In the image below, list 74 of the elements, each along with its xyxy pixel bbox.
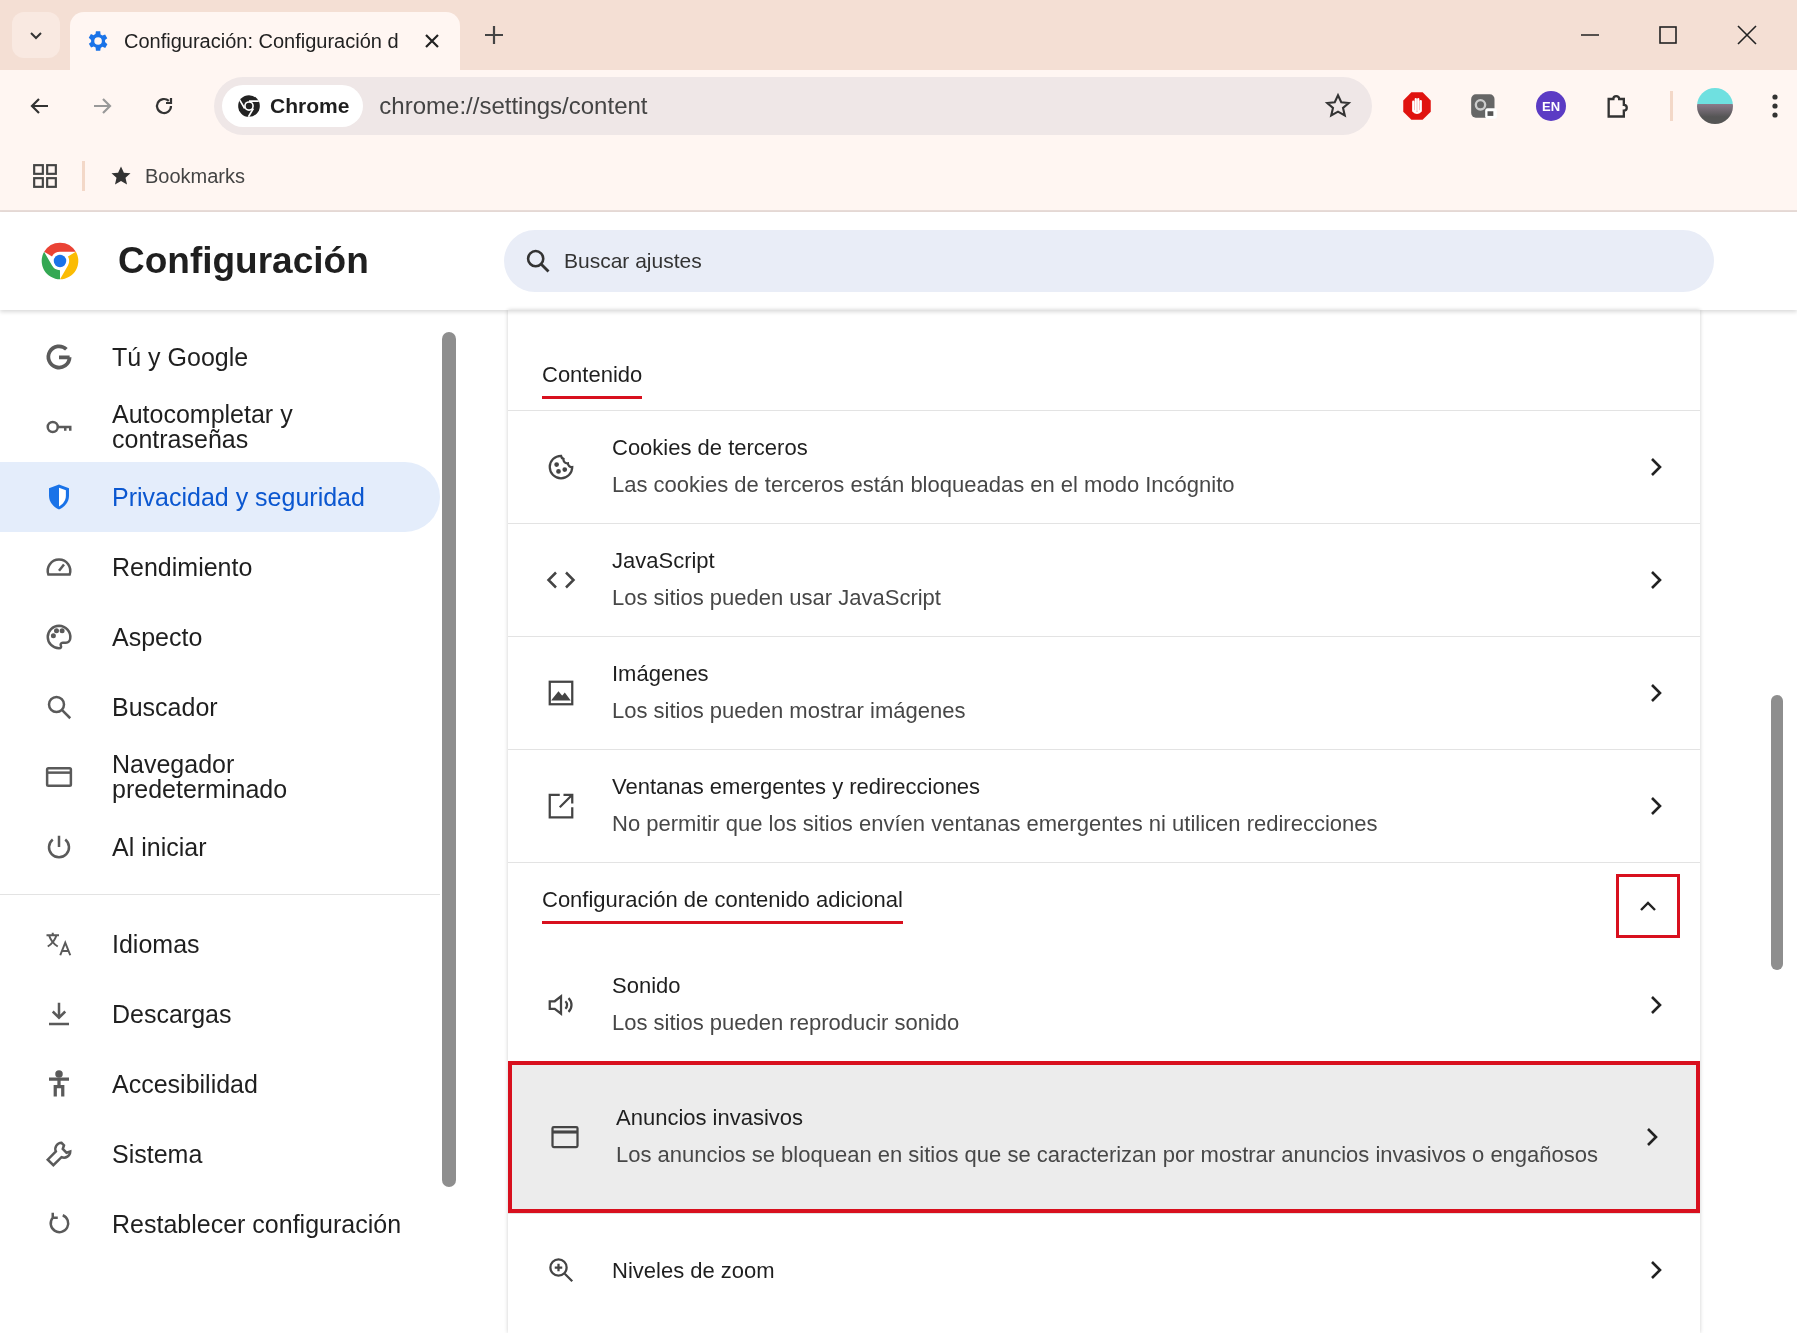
section-heading: Configuración de contenido adicional bbox=[542, 887, 903, 924]
address-bar[interactable]: Chrome chrome://settings/content bbox=[214, 77, 1372, 135]
row-title: Niveles de zoom bbox=[612, 1256, 776, 1285]
row-description: Los sitios pueden usar JavaScript bbox=[612, 584, 942, 613]
sidebar-item[interactable]: Sistema bbox=[0, 1119, 440, 1189]
chevron-right-icon bbox=[1650, 457, 1662, 477]
row-title: JavaScript bbox=[612, 547, 716, 576]
sidebar-item[interactable]: Accesibilidad bbox=[0, 1049, 440, 1119]
chevron-up-icon bbox=[1639, 899, 1657, 912]
search-icon bbox=[524, 247, 552, 275]
close-icon[interactable] bbox=[1737, 25, 1757, 45]
star-icon[interactable] bbox=[1324, 92, 1352, 120]
collapse-button[interactable] bbox=[1616, 873, 1680, 938]
sidebar-item[interactable]: Idiomas bbox=[0, 909, 440, 979]
settings-row[interactable]: JavaScript Los sitios pueden usar JavaScript bbox=[508, 523, 1700, 636]
sidebar-item[interactable]: Rendimiento bbox=[0, 532, 440, 602]
stop-hand-icon[interactable] bbox=[1402, 91, 1432, 121]
row-title: Anuncios invasivos bbox=[616, 1104, 805, 1133]
cookie-icon bbox=[546, 452, 576, 482]
sidebar-item[interactable]: Navegador predeterminado bbox=[0, 742, 440, 812]
row-description: Los sitios pueden mostrar imágenes bbox=[612, 697, 967, 726]
g-letter-icon bbox=[44, 342, 74, 372]
row-description: Los sitios pueden reproducir sonido bbox=[612, 1008, 961, 1037]
camera-extension-icon[interactable] bbox=[1470, 92, 1498, 120]
sidebar-item[interactable]: Aspecto bbox=[0, 602, 440, 672]
sidebar-item[interactable]: Tú y Google bbox=[0, 322, 440, 392]
chevron-right-icon bbox=[1646, 1127, 1658, 1147]
browser-tab[interactable]: Configuración: Configuración d bbox=[70, 12, 460, 70]
scrollbar-thumb[interactable] bbox=[1771, 695, 1783, 970]
chevron-right-icon bbox=[1650, 796, 1662, 816]
search-field[interactable]: Buscar ajustes bbox=[504, 230, 1714, 292]
language-badge[interactable]: EN bbox=[1536, 91, 1566, 121]
url-text: chrome://settings/content bbox=[379, 92, 649, 120]
sidebar-item[interactable]: Al iniciar bbox=[0, 812, 440, 882]
site-chip[interactable]: Chrome bbox=[222, 85, 364, 127]
row-description: No permitir que los sitios envíen ventanas emergentes ni utilicen redirecciones bbox=[612, 810, 1379, 839]
zoom-icon bbox=[546, 1255, 576, 1285]
row-title: Cookies de terceros bbox=[612, 434, 809, 463]
sidebar-item[interactable]: Descargas bbox=[0, 979, 440, 1049]
sidebar-item[interactable]: Buscador bbox=[0, 672, 440, 742]
image-icon bbox=[546, 678, 576, 708]
profile-avatar[interactable] bbox=[1697, 88, 1733, 124]
chrome-logo-icon bbox=[236, 93, 262, 119]
sidebar-item[interactable]: Autocompletar y contraseñas bbox=[0, 392, 440, 462]
row-title: Ventanas emergentes y redirecciones bbox=[612, 773, 982, 802]
tab-title: Configuración: Configuración d bbox=[124, 29, 400, 53]
palette-icon bbox=[44, 622, 74, 652]
sidebar-item[interactable]: Privacidad y seguridad bbox=[0, 462, 440, 532]
chevron-right-icon bbox=[1650, 683, 1662, 703]
popup-icon bbox=[546, 791, 576, 821]
new-tab-icon[interactable] bbox=[484, 25, 504, 45]
page-title: Configuración bbox=[118, 240, 370, 282]
section-heading: Contenido bbox=[542, 361, 643, 399]
maximize-icon[interactable] bbox=[1659, 26, 1677, 44]
settings-row[interactable]: Imágenes Los sitios pueden mostrar imágenes bbox=[508, 636, 1700, 749]
row-title: Imágenes bbox=[612, 660, 710, 689]
apps-grid-icon[interactable] bbox=[32, 163, 58, 189]
more-menu-icon[interactable] bbox=[1771, 93, 1779, 119]
chevron-right-icon bbox=[1650, 570, 1662, 590]
scrollbar-thumb[interactable] bbox=[442, 332, 456, 1187]
chevron-right-icon bbox=[1650, 994, 1662, 1015]
wrench-icon bbox=[44, 1139, 74, 1169]
bookmarks-button[interactable]: Bookmarks bbox=[109, 164, 246, 188]
row-title: Sonido bbox=[612, 971, 682, 1000]
settings-row[interactable]: Niveles de zoom bbox=[508, 1213, 1700, 1326]
settings-row[interactable]: Ventanas emergentes y redirecciones No permitir que los sitios envíen ventanas emergentes ni utilicen redirecciones bbox=[508, 749, 1700, 862]
settings-row[interactable]: Anuncios invasivos Los anuncios se bloquean en sitios que se caracterizan por mostrar anuncios invasivos o engañosos bbox=[508, 1061, 1700, 1213]
row-description: Los anuncios se bloquean en sitios que se caracterizan por mostrar anuncios invasivos o engañosos bbox=[616, 1141, 1600, 1170]
settings-row[interactable]: Cookies de terceros Las cookies de terceros están bloqueadas en el modo Incógnito bbox=[508, 410, 1700, 523]
settings-row[interactable]: Sonido Los sitios pueden reproducir sonido bbox=[508, 948, 1700, 1061]
close-icon[interactable] bbox=[424, 33, 440, 49]
chevron-right-icon bbox=[1650, 1260, 1662, 1280]
row-description: Las cookies de terceros están bloqueadas en el modo Incógnito bbox=[612, 471, 1236, 500]
sidebar-item[interactable]: Restablecer configuración bbox=[0, 1189, 440, 1259]
